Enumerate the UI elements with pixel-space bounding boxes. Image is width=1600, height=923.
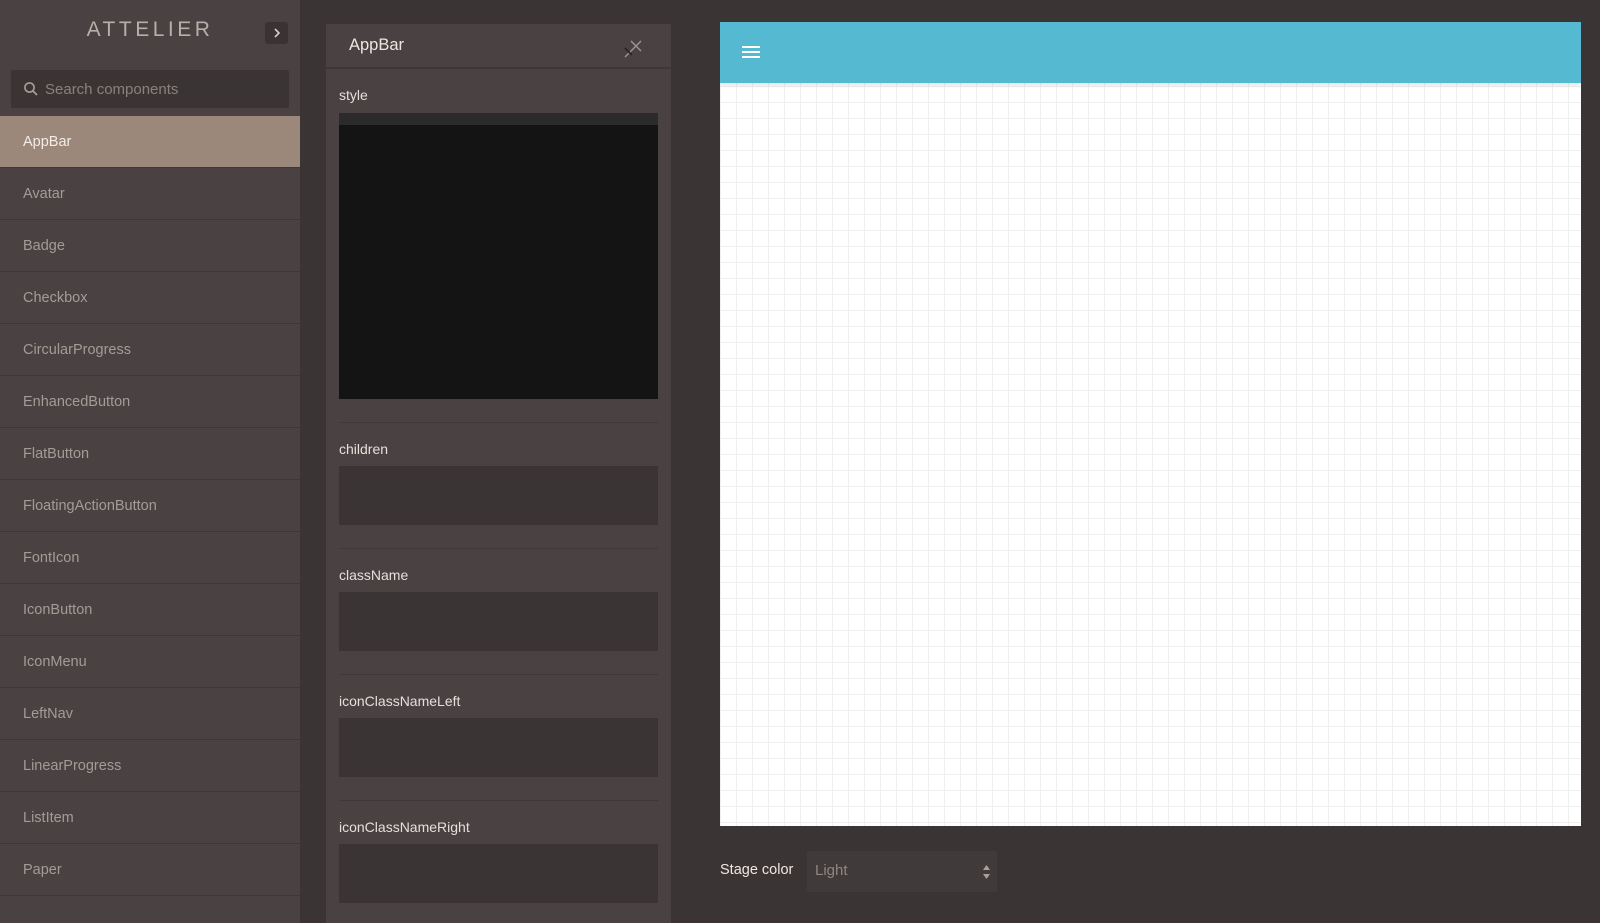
sidebar-item-label: IconMenu (23, 653, 87, 670)
stage-color-value: Light (815, 862, 848, 879)
close-icon[interactable] (622, 38, 646, 62)
prop-iconclassnameleft: iconClassNameLeft (339, 693, 658, 777)
prop-style: style (339, 87, 658, 399)
prop-iconclassnameright: iconClassNameRight (339, 819, 658, 903)
sidebar-item-label: Badge (23, 237, 65, 254)
classname-input[interactable] (339, 592, 658, 651)
sidebar-item-label: LeftNav (23, 705, 73, 722)
sidebar-item-iconbutton[interactable]: IconButton (0, 584, 300, 636)
sidebar-item-linearprogress[interactable]: LinearProgress (0, 740, 300, 792)
sidebar-item-checkbox[interactable]: Checkbox (0, 272, 300, 324)
preview-stage (720, 22, 1581, 826)
divider (339, 800, 658, 801)
props-panel: AppBar style children className iconClas… (326, 24, 671, 923)
sidebar-item-label: AppBar (23, 133, 72, 150)
style-code-editor[interactable] (339, 113, 658, 399)
sidebar-item-label: FloatingActionButton (23, 497, 157, 514)
appbar-preview (720, 22, 1581, 83)
sidebar-item-floatingactionbutton[interactable]: FloatingActionButton (0, 480, 300, 532)
sidebar-item-paper[interactable]: Paper (0, 844, 300, 896)
search-icon (24, 82, 38, 96)
sidebar-item-label: Checkbox (23, 289, 88, 306)
sidebar-item-label: Paper (23, 861, 62, 878)
sidebar-item-label: FlatButton (23, 445, 90, 462)
sidebar-item-label: IconButton (23, 601, 93, 618)
chevron-right-icon (274, 28, 281, 38)
sidebar-item-enhancedbutton[interactable]: EnhancedButton (0, 376, 300, 428)
sidebar: ATTELIER AppBar Avatar Badge Checkbox Ci… (0, 0, 300, 923)
sidebar-item-label: ListItem (23, 809, 74, 826)
sidebar-item-badge[interactable]: Badge (0, 220, 300, 272)
children-input[interactable] (339, 466, 658, 525)
panel-header: AppBar (326, 24, 671, 69)
sidebar-item-label: CircularProgress (23, 341, 131, 358)
prop-label: children (339, 441, 389, 457)
brand-logo: ATTELIER (86, 18, 214, 41)
menu-icon[interactable] (742, 44, 760, 60)
sidebar-item-appbar[interactable]: AppBar (0, 116, 300, 168)
sidebar-item-circularprogress[interactable]: CircularProgress (0, 324, 300, 376)
brand-row: ATTELIER (0, 0, 300, 64)
prop-label: iconClassNameLeft (339, 693, 461, 709)
sidebar-item-avatar[interactable]: Avatar (0, 168, 300, 220)
search-box (11, 70, 289, 108)
panel-title: AppBar (349, 36, 405, 54)
prop-label: iconClassNameRight (339, 819, 470, 835)
sidebar-item-flatbutton[interactable]: FlatButton (0, 428, 300, 480)
divider (339, 422, 658, 423)
sidebar-item-iconmenu[interactable]: IconMenu (0, 636, 300, 688)
sidebar-item-label: FontIcon (23, 549, 80, 566)
component-list: AppBar Avatar Badge Checkbox CircularPro… (0, 116, 300, 896)
stage-color-select[interactable]: Light (807, 851, 997, 892)
iconclassnameright-input[interactable] (339, 844, 658, 903)
sidebar-item-label: Avatar (23, 185, 65, 202)
sidebar-item-listitem[interactable]: ListItem (0, 792, 300, 844)
divider (339, 674, 658, 675)
select-arrows-icon (983, 865, 990, 879)
sidebar-item-label: LinearProgress (23, 757, 122, 774)
stage-color-label: Stage color (720, 862, 794, 878)
search-input[interactable] (45, 70, 281, 108)
prop-label: style (339, 87, 368, 103)
sidebar-item-fonticon[interactable]: FontIcon (0, 532, 300, 584)
sidebar-item-label: EnhancedButton (23, 393, 131, 410)
sidebar-item-leftnav[interactable]: LeftNav (0, 688, 300, 740)
divider (339, 548, 658, 549)
prop-label: className (339, 567, 409, 583)
iconclassnameleft-input[interactable] (339, 718, 658, 777)
prop-children: children (339, 441, 658, 525)
collapse-sidebar-button[interactable] (265, 22, 288, 44)
prop-classname: className (339, 567, 658, 651)
